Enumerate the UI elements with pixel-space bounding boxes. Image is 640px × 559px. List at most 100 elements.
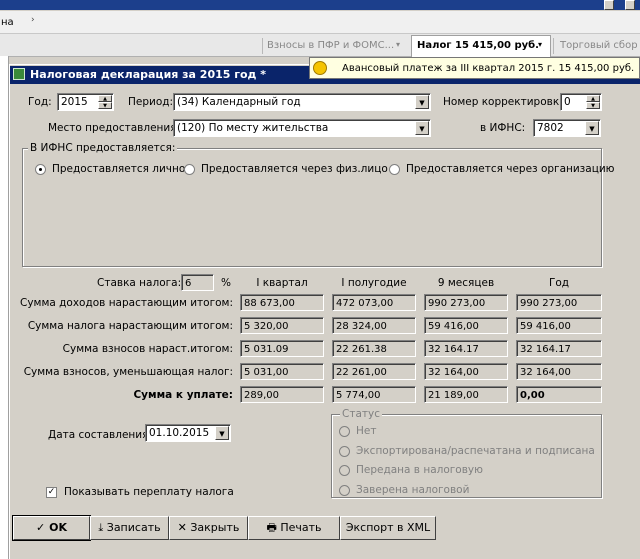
status-radio-sent[interactable] [339,465,350,476]
income-year: 990 273,00 [516,294,602,311]
tax-q1: 5 320,00 [240,317,324,334]
chevron-down-icon[interactable]: ▼ [585,121,599,135]
menu-arrow-icon: › [31,15,35,25]
income-h1: 472 073,00 [332,294,416,311]
dialog-app-icon [13,68,25,80]
radio-via-person-label[interactable]: Предоставляется через физ.лицо [201,163,388,175]
status-radio-none[interactable] [339,426,350,437]
period-value: (34) Календарный год [177,96,301,108]
export-xml-button[interactable]: Экспорт в XML [340,516,436,540]
radio-in-person-label[interactable]: Предоставляется лично [52,163,185,175]
ok-button[interactable]: ✓ OK [12,515,91,541]
payment-h1: 5 774,00 [332,386,416,403]
show-overpayment-label[interactable]: Показывать переплату налога [64,486,234,498]
status-group-title: Статус [340,408,382,420]
status-none-label: Нет [356,425,377,437]
date-value: 01.10.2015 [149,427,210,439]
tax-rate-field: 6 [181,274,214,291]
payment-q1: 289,00 [240,386,324,403]
payment-9m: 21 189,00 [424,386,508,403]
tax-h1: 28 324,00 [332,317,416,334]
place-label: Место предоставления: [48,122,181,134]
chevron-down-icon[interactable]: ▼ [415,121,429,135]
app-title-bar [0,0,640,10]
place-value: (120) По месту жительства [177,122,329,134]
place-select[interactable]: (120) По месту жительства ▼ [173,119,431,137]
payment-year: 0,00 [516,386,602,403]
tab-separator [262,38,263,54]
tab-trade-fee[interactable]: Торговый сбор [560,40,638,51]
status-sent-label: Передана в налоговую [356,464,483,476]
show-overpayment-checkbox[interactable]: ✓ [46,487,57,498]
reducing-9m: 32 164,00 [424,363,508,380]
tooltip-text: Авансовый платеж за III квартал 2015 г. … [342,63,635,74]
correction-value: 0 [564,96,571,108]
date-picker[interactable]: 01.10.2015 ▼ [145,424,231,442]
tab-separator [553,38,554,54]
contrib-year: 32 164.17 [516,340,602,357]
income-9m: 990 273,00 [424,294,508,311]
period-label: Период: [128,96,174,108]
app-menu-bar [0,11,640,34]
app-left-panel [0,56,9,559]
close-window-icon[interactable] [625,0,635,10]
status-radio-exported[interactable] [339,446,350,457]
row-label-payment: Сумма к уплате: [133,389,233,401]
tax-rate-unit: % [221,277,231,289]
radio-via-person[interactable] [184,164,195,175]
correction-label: Номер корректировки: [443,96,570,108]
reducing-year: 32 164,00 [516,363,602,380]
tax-9m: 59 416,00 [424,317,508,334]
check-icon: ✓ [36,521,46,534]
status-exported-label: Экспортирована/распечатана и подписана [356,445,595,457]
tax-year: 59 416,00 [516,317,602,334]
contrib-q1: 5 031.09 [240,340,324,357]
correction-stepper[interactable]: 0 ▲ ▼ [560,93,602,111]
reducing-h1: 22 261,00 [332,363,416,380]
radio-in-person[interactable] [35,164,46,175]
printer-icon: 🖶 [266,521,277,534]
tab-chevron-icon[interactable]: ▾ [538,40,542,49]
status-radio-certified[interactable] [339,485,350,496]
save-button[interactable]: ⤓ Записать [90,516,169,540]
row-label-tax: Сумма налога нарастающим итогом: [27,320,233,332]
ifns-select[interactable]: 7802 ▼ [533,119,601,137]
contrib-9m: 32 164.17 [424,340,508,357]
column-header-year: Год [548,277,570,289]
close-icon: ✕ [177,521,187,534]
year-spin-buttons[interactable]: ▲ ▼ [98,95,112,109]
income-q1: 88 673,00 [240,294,324,311]
contrib-h1: 22 261.38 [332,340,416,357]
submission-group-title: В ИФНС предоставляется: [28,142,178,154]
tab-contributions[interactable]: Взносы в ПФР и ФОМС... [267,40,394,51]
tab-chevron-icon[interactable]: ▾ [396,40,400,49]
ifns-label: в ИФНС: [480,122,526,134]
correction-spin-buttons[interactable]: ▲ ▼ [586,95,600,109]
tax-rate-label: Ставка налога: [97,277,182,289]
dialog-title: Налоговая декларация за 2015 год * [30,68,267,81]
column-header-h1: I полугодие [341,277,407,289]
row-label-income: Сумма доходов нарастающим итогом: [20,297,233,309]
row-label-contributions: Сумма взносов нараст.итогом: [62,343,233,355]
save-icon: ⤓ [98,521,104,534]
print-button[interactable]: 🖶 Печать [248,516,340,540]
reducing-q1: 5 031,00 [240,363,324,380]
ifns-value: 7802 [537,122,564,134]
menu-item[interactable]: на [1,17,14,28]
radio-via-org[interactable] [389,164,400,175]
coin-icon [313,61,327,75]
column-header-q1: I квартал [256,277,308,289]
close-button[interactable]: ✕ Закрыть [169,516,248,540]
chevron-down-icon[interactable]: ▼ [215,426,229,440]
status-certified-label: Заверена налоговой [356,484,470,496]
period-select[interactable]: (34) Календарный год ▼ [173,93,431,111]
radio-via-org-label[interactable]: Предоставляется через организацию [406,163,615,175]
year-stepper[interactable]: 2015 ▲ ▼ [57,93,114,111]
year-value: 2015 [61,96,88,108]
column-header-9m: 9 месяцев [437,277,495,289]
year-label: Год: [28,96,52,108]
restore-icon[interactable] [604,0,614,10]
tab-tax-label: Налог 15 415,00 руб. [417,40,539,51]
chevron-down-icon[interactable]: ▼ [415,95,429,109]
date-label: Дата составления: [48,429,152,441]
